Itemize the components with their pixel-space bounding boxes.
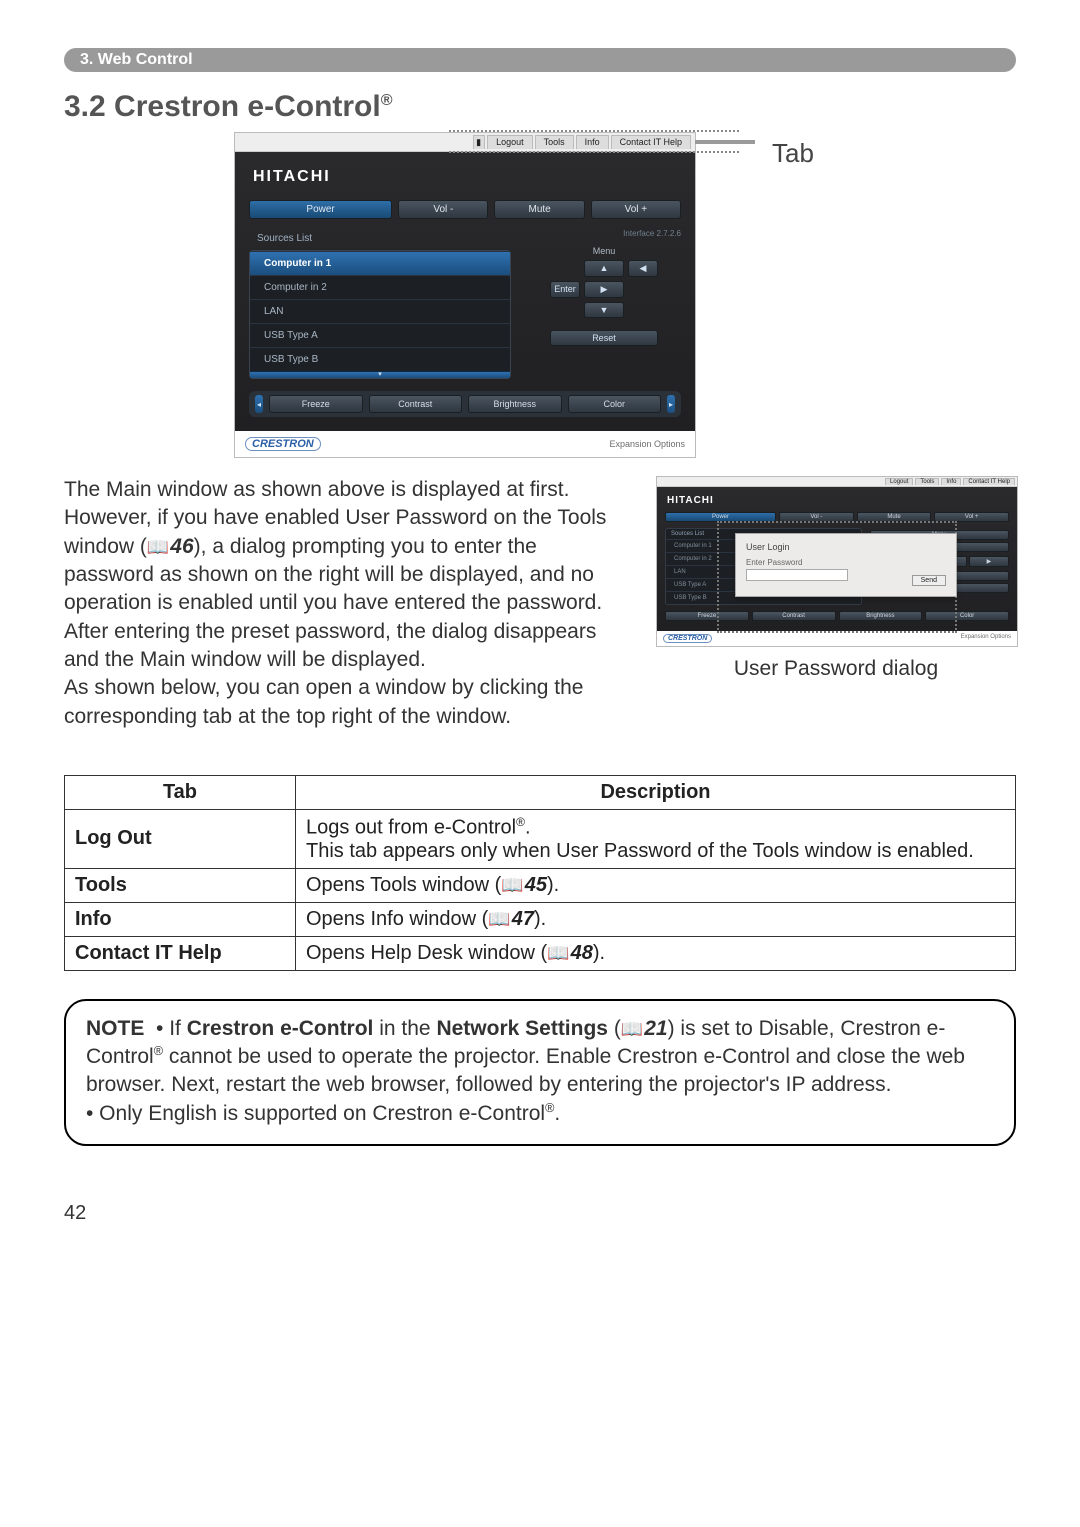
source-item[interactable]: Computer in 1 [250,251,510,275]
table-head-tab: Tab [65,776,296,810]
reset-button[interactable]: Reset [550,330,658,346]
page-number: 42 [64,1202,1016,1225]
adjust-scroll-right[interactable]: ▸ [667,395,675,413]
tab-tools[interactable]: Tools [535,135,574,149]
note-box: NOTE • If Crestron e-Control in the Netw… [64,999,1016,1146]
brightness-button[interactable]: Brightness [468,395,562,413]
heading-text: Crestron e-Control [114,90,381,123]
small-crestron-logo: CRESTRON [663,634,712,643]
dialog-title: User Login [746,542,946,552]
source-item[interactable]: Computer in 2 [250,275,510,299]
menu-label: Menu [527,246,681,256]
heading-number: 3.2 [64,90,114,123]
book-icon: 📖 [621,1019,643,1039]
section-heading: 3.2 Crestron e-Control® [64,90,1016,124]
brand-logo: HITACHI [253,168,681,186]
table-row: Info Opens Info window (📖47). [65,902,1016,936]
color-button[interactable]: Color [568,395,662,413]
small-tab-tools[interactable]: Tools [915,478,939,485]
vol-plus-button[interactable]: Vol + [591,200,681,219]
tab-callout-label: Tab [772,138,814,169]
breadcrumb: 3. Web Control [64,48,1016,72]
callout-leader [695,140,755,144]
small-brand-logo: HITACHI [667,495,1009,506]
table-cell-tab: Info [65,902,296,936]
vol-minus-button[interactable]: Vol - [398,200,488,219]
registered-icon: ® [154,1044,163,1058]
table-cell-desc: Opens Info window (📖47). [296,902,1016,936]
interface-version: Interface 2.7.2.6 [527,229,681,238]
registered-icon: ® [545,1101,554,1115]
freeze-button[interactable]: Freeze [269,395,363,413]
figure-caption: User Password dialog [656,657,1016,681]
tab-info[interactable]: Info [576,135,609,149]
contrast-button[interactable]: Contrast [369,395,463,413]
expansion-options-link[interactable]: Expansion Options [609,439,685,449]
small-expansion-link[interactable]: Expansion Options [961,634,1011,643]
callout-dots-top [449,130,739,134]
sources-scroll-down[interactable] [250,371,510,378]
table-head-desc: Description [296,776,1016,810]
power-button[interactable]: Power [249,200,392,219]
callout-dots-bottom [449,151,739,155]
book-icon: 📖 [147,537,169,557]
dialog-password-input[interactable] [746,569,848,581]
dialog-password-label: Enter Password [746,558,946,567]
body-paragraphs: The Main window as shown above is displa… [64,476,630,731]
source-item[interactable]: USB Type B [250,347,510,371]
dpad-right-button[interactable]: ▶ [584,281,624,298]
crestron-logo: CRESTRON [245,437,321,451]
table-cell-desc: Opens Tools window (📖45). [296,868,1016,902]
note-lead: NOTE [86,1017,144,1040]
dpad-left-button[interactable]: ◀ [628,260,658,277]
table-cell-desc: Opens Help Desk window (📖48). [296,936,1016,970]
small-dpad-right[interactable]: ▶ [969,556,1009,567]
dpad: ▲ ◀ Enter ▶ ▼ Reset [527,260,681,346]
mute-button[interactable]: Mute [494,200,584,219]
dpad-up-button[interactable]: ▲ [584,260,624,277]
small-tab-info[interactable]: Info [941,478,961,485]
registered-icon: ® [516,815,525,829]
book-icon: 📖 [547,943,569,963]
adjust-bar: ◂ Freeze Contrast Brightness Color ▸ [249,391,681,417]
table-row: Tools Opens Tools window (📖45). [65,868,1016,902]
table-cell-tab: Log Out [65,810,296,869]
source-item[interactable]: USB Type A [250,323,510,347]
window-tabs: ▮ Logout Tools Info Contact IT Help [235,133,695,152]
tabs-description-table: Tab Description Log Out Logs out from e-… [64,775,1016,971]
source-item[interactable]: LAN [250,299,510,323]
table-row: Contact IT Help Opens Help Desk window (… [65,936,1016,970]
registered-icon: ® [381,92,393,109]
book-icon: 📖 [488,909,510,929]
dpad-enter-button[interactable]: Enter [550,281,580,298]
dpad-down-button[interactable]: ▼ [584,302,624,318]
tab-spacer-icon: ▮ [473,135,485,149]
tab-contact[interactable]: Contact IT Help [611,135,691,149]
sources-list: Computer in 1 Computer in 2 LAN USB Type… [249,250,511,379]
small-tab-logout[interactable]: Logout [885,478,913,485]
table-cell-tab: Tools [65,868,296,902]
small-tab-contact[interactable]: Contact IT Help [963,478,1015,485]
table-cell-tab: Contact IT Help [65,936,296,970]
table-cell-desc: Logs out from e-Control®. This tab appea… [296,810,1016,869]
figure-main-window: ▮ Logout Tools Info Contact IT Help HITA… [234,132,696,458]
dialog-send-button[interactable]: Send [912,575,946,586]
user-login-dialog: User Login Enter Password Send [735,533,957,597]
book-icon: 📖 [501,875,523,895]
table-row: Log Out Logs out from e-Control®. This t… [65,810,1016,869]
figure-password-dialog: Logout Tools Info Contact IT Help HITACH… [656,476,1018,647]
sources-title: Sources List [249,229,511,250]
tab-logout[interactable]: Logout [487,135,533,149]
adjust-scroll-left[interactable]: ◂ [255,395,263,413]
